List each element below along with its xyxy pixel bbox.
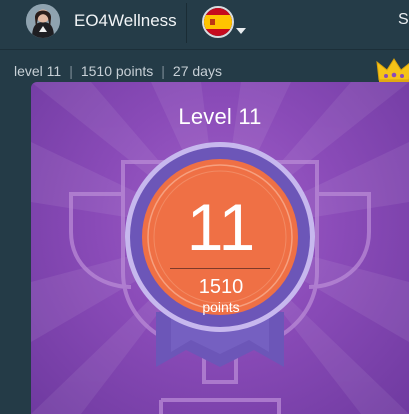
stat-separator: |: [69, 63, 73, 79]
level-up-modal: Level 11 11 1510 points: [31, 82, 409, 414]
username[interactable]: EO4Wellness: [74, 11, 177, 31]
medal-divider: [170, 268, 270, 269]
user-avatar[interactable]: [26, 4, 60, 38]
top-header: EO4Wellness S: [0, 0, 409, 50]
stat-level: level 11: [14, 63, 62, 79]
stat-separator: |: [161, 63, 165, 79]
stat-days: 27 days: [172, 63, 222, 79]
medal-points-value: 1510: [198, 276, 244, 298]
spain-flag-icon: [202, 6, 234, 38]
header-truncated-item[interactable]: S: [398, 11, 409, 29]
medal-level-number: 11: [186, 190, 256, 264]
language-selector[interactable]: [202, 6, 246, 38]
medal-points-label: points: [202, 299, 240, 315]
chevron-down-icon: [236, 28, 246, 34]
stat-points: 1510 points: [80, 63, 154, 79]
header-divider: [186, 3, 187, 43]
user-stats-bar: level 11 | 1510 points | 27 days: [14, 63, 222, 79]
